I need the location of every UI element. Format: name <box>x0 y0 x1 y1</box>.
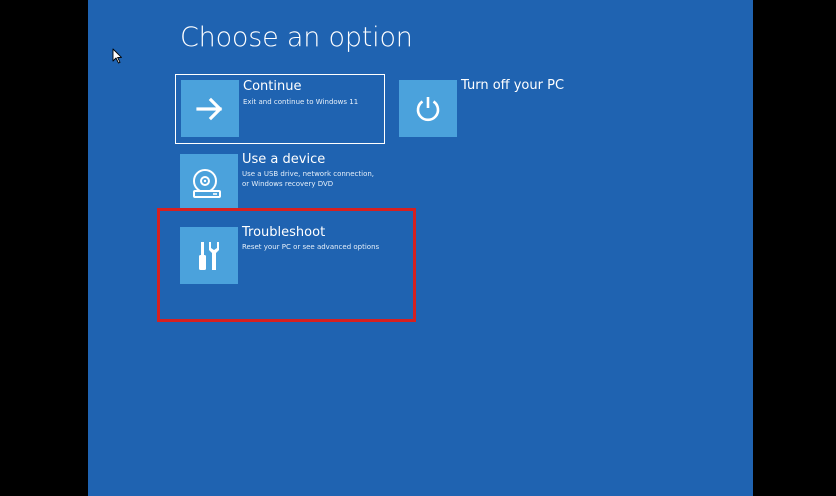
use-device-description: Use a USB drive, network connection, or … <box>242 169 374 189</box>
troubleshoot-description-line: Reset your PC or see advanced options <box>242 243 380 251</box>
page-title: Choose an option <box>180 22 413 53</box>
power-icon <box>416 96 440 121</box>
use-device-tile <box>180 154 238 211</box>
disc-drive-icon <box>193 168 221 198</box>
turn-off-tile <box>399 80 457 137</box>
tools-icon <box>199 241 219 270</box>
mouse-pointer-icon <box>112 48 122 64</box>
continue-description-line: Exit and continue to Windows 11 <box>243 98 359 106</box>
use-device-description-line-1: Use a USB drive, network connection, <box>242 170 375 178</box>
continue-description: Exit and continue to Windows 11 <box>243 97 358 107</box>
use-device-option[interactable]: Use a device Use a USB drive, network co… <box>175 148 415 218</box>
turn-off-title: Turn off your PC <box>461 78 565 93</box>
troubleshoot-description: Reset your PC or see advanced options <box>242 242 379 252</box>
continue-title: Continue <box>243 79 302 94</box>
recovery-screen: Choose an option Continue Exit and conti… <box>88 0 753 496</box>
troubleshoot-option[interactable]: Troubleshoot Reset your PC or see advanc… <box>175 221 415 291</box>
troubleshoot-title: Troubleshoot <box>242 225 326 240</box>
use-device-description-line-2: or Windows recovery DVD <box>242 180 334 188</box>
turn-off-option[interactable]: Turn off your PC <box>394 74 594 144</box>
arrow-right-icon <box>196 97 223 120</box>
use-device-title: Use a device <box>242 152 326 167</box>
continue-option[interactable]: Continue Exit and continue to Windows 11 <box>175 74 385 144</box>
troubleshoot-tile <box>180 227 238 284</box>
continue-tile <box>181 80 239 137</box>
